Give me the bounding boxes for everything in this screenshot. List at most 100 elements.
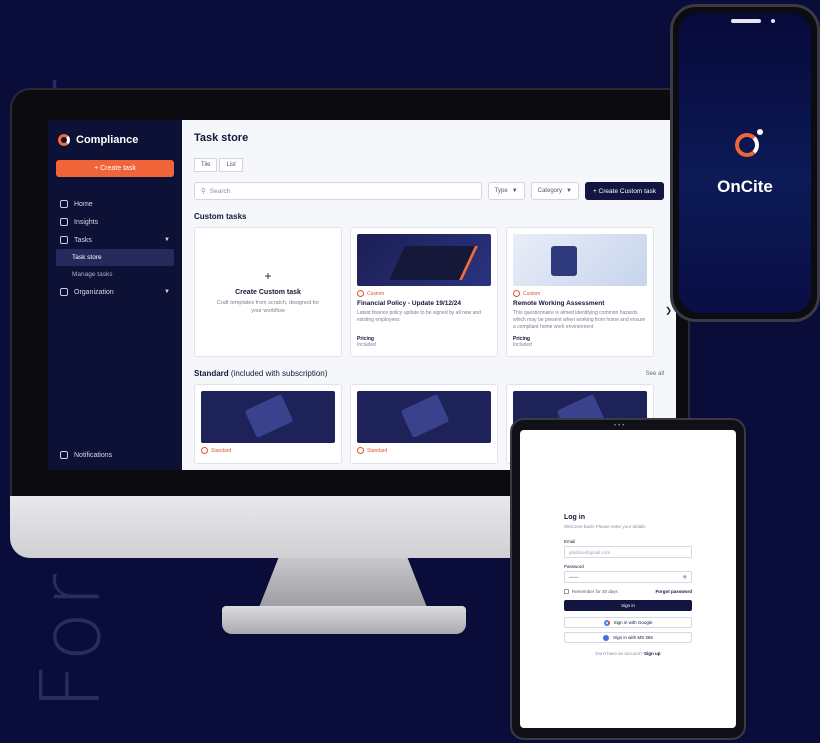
card-thumbnail	[357, 234, 491, 286]
section-note: (included with subscription)	[230, 369, 328, 378]
category-dropdown[interactable]: Category ▼	[530, 182, 579, 200]
sidebar-item-notifications[interactable]: Notifications	[56, 446, 116, 464]
task-card[interactable]: Custom Financial Policy - Update 19/12/2…	[350, 227, 498, 357]
create-custom-task-card[interactable]: + Create Custom task Craft templates fro…	[194, 227, 342, 357]
sidebar-item-label: Organization	[74, 288, 114, 296]
sidebar-item-label: Tasks	[74, 236, 92, 244]
card-description: Latest finance policy update to be signe…	[357, 310, 481, 323]
sidebar-item-label: Insights	[74, 218, 99, 226]
tile-view-button[interactable]: Tile	[194, 158, 218, 172]
type-dropdown[interactable]: Type ▼	[487, 182, 525, 200]
sign-in-button[interactable]: Sign in	[564, 600, 692, 611]
email-label: Email	[564, 539, 576, 544]
pricing-value: Included	[513, 342, 532, 348]
task-card[interactable]: Standard	[350, 384, 498, 464]
organization-icon	[60, 288, 68, 296]
plus-icon: +	[264, 268, 272, 283]
no-account-text: Don't have an account?	[595, 651, 643, 656]
login-subtitle: Welcome back! Please enter your details	[564, 524, 646, 529]
task-card[interactable]: Custom Remote Working Assessment This qu…	[506, 227, 654, 357]
page-title: Task store	[194, 132, 249, 144]
brand: Compliance	[58, 134, 172, 146]
custom-tasks-heading: Custom tasks	[194, 212, 664, 221]
bell-icon	[60, 451, 68, 459]
card-tag: Custom	[513, 290, 647, 297]
remember-row: Remember for 30 days Forgot password	[564, 589, 692, 594]
logo-icon	[58, 134, 70, 146]
sidebar-item-label: Home	[74, 200, 93, 208]
search-icon: ⚲	[201, 188, 206, 195]
task-card[interactable]: Standard	[194, 384, 342, 464]
phone-camera	[771, 19, 775, 23]
monitor-stand-neck	[258, 558, 428, 610]
google-sign-in-button[interactable]: Sign in with Google	[564, 617, 692, 628]
tablet-camera: •••	[614, 423, 627, 429]
password-label: Password	[564, 564, 584, 569]
sidebar-item-tasks[interactable]: Tasks ▼	[56, 231, 174, 249]
forgot-password-link[interactable]: Forgot password	[655, 589, 692, 594]
google-label: Sign in with Google	[613, 620, 653, 625]
chevron-down-icon: ▼	[164, 289, 170, 295]
oncite-logo-icon	[735, 129, 763, 157]
toolbar: ⚲ Search Type ▼ Category ▼ + Create Cust…	[194, 182, 664, 200]
section-title: Standard	[194, 369, 229, 378]
card-thumbnail	[201, 391, 335, 443]
card-tag: Custom	[357, 290, 491, 297]
sidebar: Compliance + Create task Home Insights T…	[48, 120, 182, 470]
sidebar-item-insights[interactable]: Insights	[56, 213, 174, 231]
password-placeholder: ••••••	[569, 574, 579, 580]
card-title: Financial Policy - Update 19/12/24	[357, 300, 462, 307]
card-tag: Standard	[357, 447, 491, 454]
sidebar-item-manage-tasks[interactable]: Manage tasks	[56, 266, 174, 283]
category-label: Category	[537, 188, 562, 194]
search-input[interactable]: ⚲ Search	[194, 182, 482, 200]
card-thumbnail	[357, 391, 491, 443]
eye-icon[interactable]: ◉	[683, 574, 687, 580]
chevron-right-icon[interactable]: ❯	[665, 306, 672, 315]
phone-device: OnCite	[670, 4, 820, 322]
phone-speaker	[731, 19, 761, 23]
view-toggle: Tile List	[194, 158, 664, 172]
tasks-icon	[60, 236, 68, 244]
email-placeholder: jobdone@gmail.com	[569, 549, 611, 555]
create-custom-task-button[interactable]: + Create Custom task	[584, 182, 664, 200]
brand-name: Compliance	[76, 134, 139, 146]
create-task-button[interactable]: + Create task	[56, 160, 174, 177]
monitor-stand-foot	[222, 606, 466, 634]
microsoft-sign-in-button[interactable]: Sign in with MS 365	[564, 632, 692, 643]
see-all-link[interactable]: See all	[646, 371, 664, 377]
pricing-value: Included	[357, 342, 376, 348]
password-field[interactable]: •••••• ◉	[564, 571, 692, 583]
insights-icon	[60, 218, 68, 226]
app-name: OnCite	[717, 177, 773, 196]
email-field[interactable]: jobdone@gmail.com	[564, 546, 692, 558]
login-title: Log in	[564, 514, 585, 521]
standard-tasks-heading: Standard (included with subscription) Se…	[194, 369, 664, 378]
remember-label: Remember for 30 days	[572, 589, 618, 594]
home-icon	[60, 200, 68, 208]
sidebar-item-label: Notifications	[74, 451, 113, 459]
custom-task-cards: + Create Custom task Craft templates fro…	[194, 227, 664, 357]
card-title: Create Custom task	[235, 288, 301, 296]
phone-screen: OnCite	[679, 13, 811, 313]
type-label: Type	[494, 188, 508, 194]
login-screen: Log in Welcome back! Please enter your d…	[520, 430, 736, 728]
signup-prompt: Don't have an account? Sign up	[564, 651, 692, 656]
sidebar-item-organization[interactable]: Organization ▼	[56, 283, 174, 301]
microsoft-label: Sign in with MS 365	[613, 635, 653, 640]
list-view-button[interactable]: List	[219, 158, 243, 172]
tablet-device: ••• Log in Welcome back! Please enter yo…	[510, 418, 746, 740]
google-icon	[603, 619, 610, 626]
sidebar-item-home[interactable]: Home	[56, 195, 174, 213]
microsoft-icon	[603, 634, 610, 641]
sidebar-item-task-store[interactable]: Task store	[56, 249, 174, 266]
card-description: This questionnaire is aimed identifying …	[513, 310, 646, 330]
card-description: Craft templates from scratch, designed f…	[216, 299, 320, 314]
section-title: Custom tasks	[194, 212, 247, 221]
card-thumbnail	[513, 234, 647, 286]
card-title: Remote Working Assessment	[513, 300, 605, 307]
sign-up-link[interactable]: Sign up	[644, 651, 661, 656]
remember-checkbox[interactable]	[564, 589, 569, 594]
chevron-down-icon: ▼	[164, 237, 170, 243]
chevron-down-icon: ▼	[566, 188, 572, 194]
